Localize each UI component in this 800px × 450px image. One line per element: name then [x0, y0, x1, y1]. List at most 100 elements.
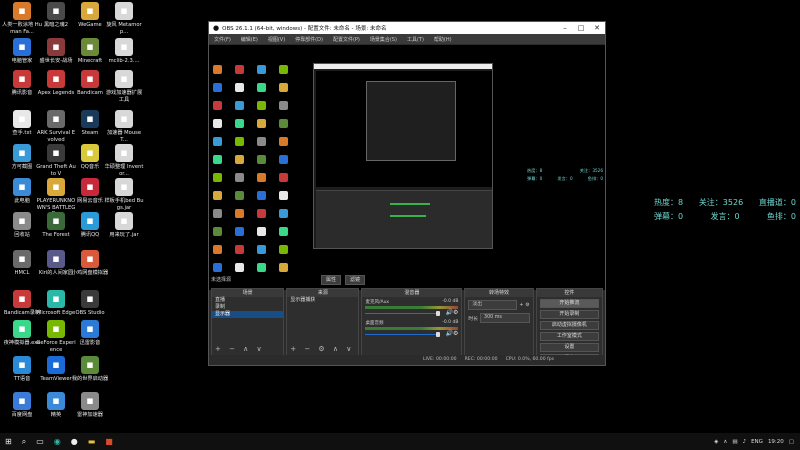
android-emulator-icon: ▪ [13, 320, 31, 338]
scenes-dock-controls[interactable]: + − ∧ ∨ [215, 345, 265, 353]
obs-statusbar: LIVE: 00:00:00 REC: 00:00:00 CPU: 0.0%, … [209, 355, 605, 365]
minecraft-icon: ▪ [81, 38, 99, 56]
file-icon: ▪ [115, 144, 133, 162]
scene-item-live[interactable]: 直播 [212, 297, 283, 304]
input-language[interactable]: ENG [751, 439, 763, 445]
preview-mini-icon [235, 191, 244, 200]
task-view-icon[interactable]: ▭ [31, 437, 49, 446]
settings-button[interactable]: 设置 [539, 343, 599, 352]
source-toolbar: 属性 滤镜 [321, 275, 366, 285]
shield-icon: ▪ [13, 38, 31, 56]
obs-docks: 场景 直播 录制 显示器 + − ∧ ∨ 来源 显示器捕获 + − ⚙ ∧ ∨ … [209, 288, 605, 363]
preview-mini-icon [235, 101, 244, 110]
desktop-icon[interactable]: ▪ 华硕整理 Inventor... [104, 144, 144, 177]
desktop-icon[interactable]: ▪ 雷神加速器 [70, 392, 110, 419]
menu-help[interactable]: 帮助(H) [429, 36, 457, 43]
app-taskbar-icon[interactable]: ■ [100, 437, 118, 446]
desktop-icon-label: 加速器 Mouse T... [106, 130, 142, 143]
windows-start-icon[interactable]: ⊞ [0, 437, 17, 446]
nested-inner-window [366, 81, 456, 161]
menu-file[interactable]: 文件(F) [209, 36, 236, 43]
follow-stat: 关注：3526 [698, 198, 744, 207]
menu-view[interactable]: 视图(V) [263, 36, 290, 43]
notification-icon[interactable]: ▢ [789, 439, 794, 445]
desktop-icon[interactable]: ▪ 我的世界启动器 [70, 356, 110, 383]
desktop-icon[interactable]: ▪ OBS Studio [70, 290, 110, 317]
desktop-fader[interactable]: 🔊⚙ [365, 330, 459, 337]
preview-mini-icon [213, 191, 222, 200]
chevron-up-icon[interactable]: ∧ [723, 439, 727, 445]
edge-taskbar-icon[interactable]: ◉ [49, 437, 66, 446]
preview-desktop-icons [213, 65, 303, 290]
obs-titlebar[interactable]: ● OBS 26.1.1 (64-bit, windows) - 配置文件: 未… [209, 22, 605, 34]
menu-profile[interactable]: 配置文件(P) [328, 36, 365, 43]
speaker-icon[interactable]: 🔊⚙ [446, 330, 459, 337]
source-item-display-capture[interactable]: 显示器捕获 [287, 297, 358, 304]
shield-tray-icon[interactable]: ◈ [714, 439, 718, 445]
mixer-dock: 混音器 麦克风/Aux -0.0 dB 🔊⚙ 桌面音频 -0.0 dB 🔊⚙ [361, 288, 463, 356]
scene-item-record[interactable]: 录制 [212, 304, 283, 311]
preview-mini-icon [235, 137, 244, 146]
minimize-icon[interactable]: – [557, 24, 573, 32]
duration-input[interactable]: 300 ms [480, 313, 530, 323]
preview-mini-icon [257, 65, 266, 74]
filters-button[interactable]: 滤镜 [345, 275, 366, 285]
scene-item-display[interactable]: 显示器 [212, 311, 284, 318]
desktop-icon-label: 我的世界启动器 [71, 376, 109, 382]
preview-mini-icon [257, 191, 266, 200]
game-icon: ▪ [47, 392, 65, 410]
properties-button[interactable]: 属性 [321, 275, 342, 285]
desktop-icon[interactable]: ▪ 小鸡网盘模拟器 [70, 250, 110, 277]
duration-label: 时长 [468, 316, 479, 322]
preview-mini-icon [279, 137, 288, 146]
desktop-icon-label: 迅雷影音 [79, 340, 101, 346]
transition-add-icon[interactable]: + [519, 303, 523, 308]
sources-dock-controls[interactable]: + − ⚙ ∧ ∨ [290, 345, 354, 353]
obs-window[interactable]: ● OBS 26.1.1 (64-bit, windows) - 配置文件: 未… [208, 21, 606, 366]
preview-mini-icon [213, 137, 222, 146]
menu-docks[interactable]: 停靠部件(D) [290, 36, 328, 43]
search-icon[interactable]: ⌕ [17, 437, 31, 447]
transition-type-select[interactable]: 淡出 [468, 300, 518, 310]
nested-preview [316, 71, 492, 187]
close-icon[interactable]: ✕ [589, 24, 605, 32]
pv-heat-stat: 热度：8 [527, 168, 543, 173]
edge-icon: ▪ [47, 290, 65, 308]
nested-titlebar [314, 64, 492, 69]
preview-mini-icon [213, 83, 222, 92]
desktop-icon[interactable]: ▪ 游戏加速器扩展工具 [104, 70, 144, 103]
desktop-icon[interactable]: ▪ 加速器 Mouse T... [104, 110, 144, 143]
menu-tools[interactable]: 工具(T) [402, 36, 429, 43]
menu-edit[interactable]: 编辑(E) [236, 36, 263, 43]
maximize-icon[interactable]: □ [573, 24, 589, 32]
speaker-icon[interactable]: 🔊⚙ [446, 309, 459, 316]
network-icon[interactable]: ▤ [732, 439, 737, 445]
transition-gear-icon[interactable]: ⚙ [525, 303, 529, 308]
desktop-icon[interactable]: ▪ 样板手机bed Bugs.jar [104, 178, 144, 211]
sources-dock: 来源 显示器捕获 + − ⚙ ∧ ∨ [286, 288, 360, 356]
volume-icon[interactable]: ♪ [743, 439, 747, 445]
obs-taskbar-icon[interactable]: ● [66, 437, 83, 446]
geforce-icon: ▪ [47, 320, 65, 338]
start-virtual-camera-button[interactable]: 启动虚拟摄像机 [539, 321, 599, 330]
app-icon: ▪ [115, 2, 133, 20]
explorer-taskbar-icon[interactable]: ▬ [83, 437, 101, 446]
mixer-header: 混音器 [362, 289, 462, 297]
system-tray: ◈ ∧ ▤ ♪ ENG 19:20 ▢ [714, 439, 800, 445]
menu-scene-collection[interactable]: 场景集合(S) [365, 36, 402, 43]
mic-fader[interactable]: 🔊⚙ [365, 309, 459, 316]
preview-mini-icon [213, 245, 222, 254]
desktop-icon[interactable]: ▪ 旋风 Metamorp... [104, 2, 144, 35]
cpu-fps: CPU: 0.0%, 60.00 fps [505, 357, 555, 362]
bandicam-icon: ▪ [81, 70, 99, 88]
desktop-icon[interactable]: ▪ mclib-2.3.... [104, 38, 144, 65]
clock[interactable]: 19:20 [768, 439, 784, 445]
desktop-icon[interactable]: ▪ 用来玩了.jar [104, 212, 144, 239]
obs-preview[interactable]: 热度：8 关注：3526 弹幕：0 发言：0 鱼排：0 [209, 45, 605, 290]
studio-mode-button[interactable]: 工作室模式 [539, 332, 599, 341]
start-streaming-button[interactable]: 开始推流 [539, 299, 599, 308]
start-recording-button[interactable]: 开始录制 [539, 310, 599, 319]
preview-mini-icon [213, 65, 222, 74]
desktop-icon[interactable]: ▪ 迅雷影音 [70, 320, 110, 347]
desktop-icon-label: 旋风 Metamorp... [106, 22, 142, 35]
